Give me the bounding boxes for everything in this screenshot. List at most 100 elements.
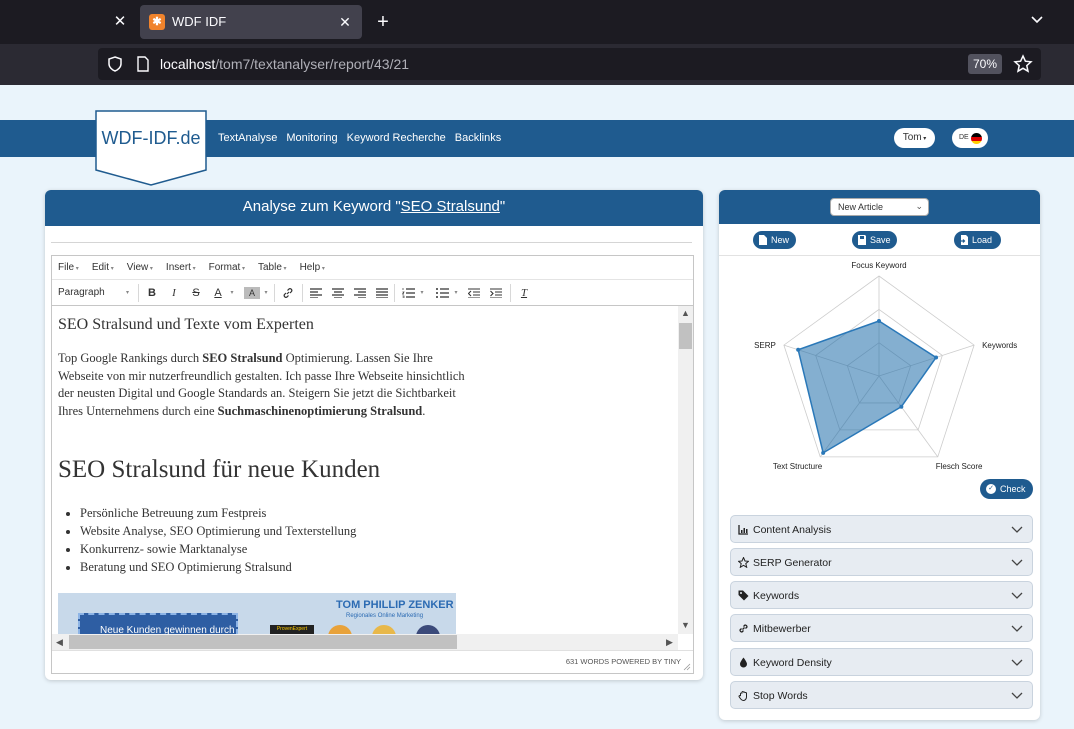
- chevron-down-icon[interactable]: ▾: [262, 284, 270, 302]
- shield-icon[interactable]: [106, 55, 124, 73]
- scrollbar-thumb[interactable]: [69, 635, 457, 649]
- align-justify-icon[interactable]: [374, 284, 390, 302]
- menu-format[interactable]: Format: [209, 262, 245, 273]
- bold-icon[interactable]: B: [144, 284, 160, 302]
- content-banner-image: Neue Kunden gewinnen durch TOM PHILLIP Z…: [58, 593, 456, 634]
- resize-handle-icon[interactable]: [683, 663, 691, 671]
- new-button[interactable]: New: [753, 231, 796, 249]
- bookmark-star-icon[interactable]: [1012, 53, 1034, 75]
- align-right-icon[interactable]: [352, 284, 368, 302]
- content-heading: SEO Stralsund für neue Kunden: [58, 456, 381, 483]
- align-center-icon[interactable]: [330, 284, 346, 302]
- align-left-icon[interactable]: [308, 284, 324, 302]
- radar-label: Flesch Score: [936, 462, 983, 471]
- para-bold-2: Suchmaschinenoptimierung Stralsund: [217, 403, 423, 418]
- save-button[interactable]: Save: [852, 231, 897, 249]
- clear-formatting-icon[interactable]: T: [516, 284, 532, 302]
- browser-tab-bar: ✕ ✱ WDF IDF ✕ +: [0, 0, 1074, 44]
- strikethrough-icon[interactable]: S: [188, 284, 204, 302]
- menu-help[interactable]: Help: [300, 262, 325, 273]
- scroll-right-icon[interactable]: ▶: [662, 634, 677, 650]
- side-panel-header: New Article ⌄: [719, 190, 1040, 224]
- horizontal-scrollbar[interactable]: ◀ ▶: [52, 634, 678, 650]
- menu-table[interactable]: Table: [258, 262, 287, 273]
- site-logo[interactable]: WDF-IDF.de: [95, 110, 207, 186]
- url-text: localhost/tom7/textanalyser/report/43/21: [160, 56, 409, 72]
- indent-icon[interactable]: [488, 284, 504, 302]
- nav-monitoring[interactable]: Monitoring: [286, 132, 337, 144]
- chevron-down-icon[interactable]: ▾: [228, 284, 236, 302]
- scrollbar-thumb[interactable]: [679, 323, 692, 349]
- chevron-down-icon: ⌄: [915, 201, 923, 211]
- language-button[interactable]: DE: [952, 128, 988, 148]
- scroll-down-icon[interactable]: ▼: [678, 618, 693, 633]
- banner-headline: Neue Kunden gewinnen durch: [78, 613, 238, 634]
- chevron-down-icon: [1011, 659, 1023, 666]
- page-icon[interactable]: [134, 55, 152, 73]
- rich-text-editor: File Edit View Insert Format Table Help …: [51, 255, 694, 674]
- accordion-label: Keywords: [753, 590, 800, 602]
- vertical-scrollbar[interactable]: ▲ ▼: [678, 306, 693, 634]
- radar-label: Text Structure: [773, 462, 823, 471]
- browser-tab[interactable]: ✱ WDF IDF ✕: [140, 5, 362, 39]
- accordion-content-analysis[interactable]: Content Analysis: [730, 515, 1033, 543]
- accordion-keywords[interactable]: Keywords: [730, 581, 1033, 609]
- numbered-list-icon[interactable]: [400, 284, 416, 302]
- scroll-left-icon[interactable]: ◀: [52, 634, 67, 650]
- menu-view[interactable]: View: [127, 262, 153, 273]
- url-path: /tom7/textanalyser/report/43/21: [215, 56, 410, 72]
- editor-menubar: File Edit View Insert Format Table Help: [52, 256, 693, 280]
- link-icon[interactable]: [280, 284, 296, 302]
- accordion-label: SERP Generator: [753, 557, 832, 569]
- chevron-down-icon: [1011, 625, 1023, 632]
- browser-nav-bar: localhost/tom7/textanalyser/report/43/21…: [0, 44, 1074, 85]
- article-select[interactable]: New Article ⌄: [830, 198, 929, 216]
- menu-edit[interactable]: Edit: [92, 262, 114, 273]
- menu-file[interactable]: File: [58, 262, 79, 273]
- user-name: Tom: [902, 132, 922, 143]
- chevron-down-icon[interactable]: ▾: [418, 284, 426, 302]
- award-badge-icon: [416, 625, 440, 634]
- accordion-keyword-density[interactable]: Keyword Density: [730, 648, 1033, 676]
- content-bullet-list: Persönliche Betreuung zum Festpreis Webs…: [80, 504, 356, 576]
- banner-brand: TOM PHILLIP ZENKER: [336, 599, 454, 611]
- radar-point: [877, 319, 881, 323]
- para-text-3: .: [422, 403, 426, 418]
- keyword-link[interactable]: SEO Stralsund: [401, 198, 500, 215]
- bullet-list-icon[interactable]: [434, 284, 450, 302]
- new-tab-icon[interactable]: +: [372, 11, 394, 33]
- nav-backlinks[interactable]: Backlinks: [455, 132, 501, 144]
- zoom-level[interactable]: 70%: [968, 54, 1002, 74]
- block-format-select[interactable]: Paragraph ▾: [58, 284, 132, 302]
- chevron-down-icon[interactable]: [1026, 11, 1048, 33]
- scroll-up-icon[interactable]: ▲: [678, 306, 693, 321]
- editor-content[interactable]: SEO Stralsund und Texte vom Experten Top…: [52, 306, 678, 634]
- link-icon: [739, 624, 748, 633]
- text-color-icon[interactable]: A: [210, 284, 226, 302]
- nav-keyword-recherche[interactable]: Keyword Recherche: [347, 132, 446, 144]
- content-title: SEO Stralsund und Texte vom Experten: [58, 316, 314, 333]
- italic-icon[interactable]: I: [166, 284, 182, 302]
- heading-suffix: ": [499, 198, 506, 215]
- chevron-down-icon[interactable]: ▾: [452, 284, 460, 302]
- highlight-color-icon[interactable]: A: [244, 287, 260, 299]
- toolbar-separator: [510, 284, 511, 302]
- load-button[interactable]: Load: [954, 231, 1001, 249]
- outdent-icon[interactable]: [466, 284, 482, 302]
- accordion-stop-words[interactable]: Stop Words: [730, 681, 1033, 709]
- menu-insert[interactable]: Insert: [166, 262, 196, 273]
- radar-label: Keywords: [982, 341, 1017, 350]
- radar-data-area: [797, 320, 938, 455]
- accordion-mitbewerber[interactable]: Mitbewerber: [730, 614, 1033, 642]
- list-item: Konkurrenz- sowie Marktanalyse: [80, 540, 356, 558]
- side-panel: New Article ⌄ New Save Load Focus Keywor…: [719, 190, 1040, 720]
- chevron-down-icon: [1011, 526, 1023, 533]
- close-tab-icon[interactable]: ✕: [336, 13, 354, 31]
- save-button-label: Save: [870, 235, 891, 245]
- url-bar[interactable]: localhost/tom7/textanalyser/report/43/21…: [98, 48, 1041, 80]
- close-icon[interactable]: ✕: [110, 12, 130, 32]
- nav-textanalyse[interactable]: TextAnalyse: [218, 132, 277, 144]
- check-button[interactable]: ✓ Check: [980, 479, 1033, 499]
- user-menu-button[interactable]: Tom ▾: [894, 128, 935, 148]
- accordion-serp-generator[interactable]: SERP Generator: [730, 548, 1033, 576]
